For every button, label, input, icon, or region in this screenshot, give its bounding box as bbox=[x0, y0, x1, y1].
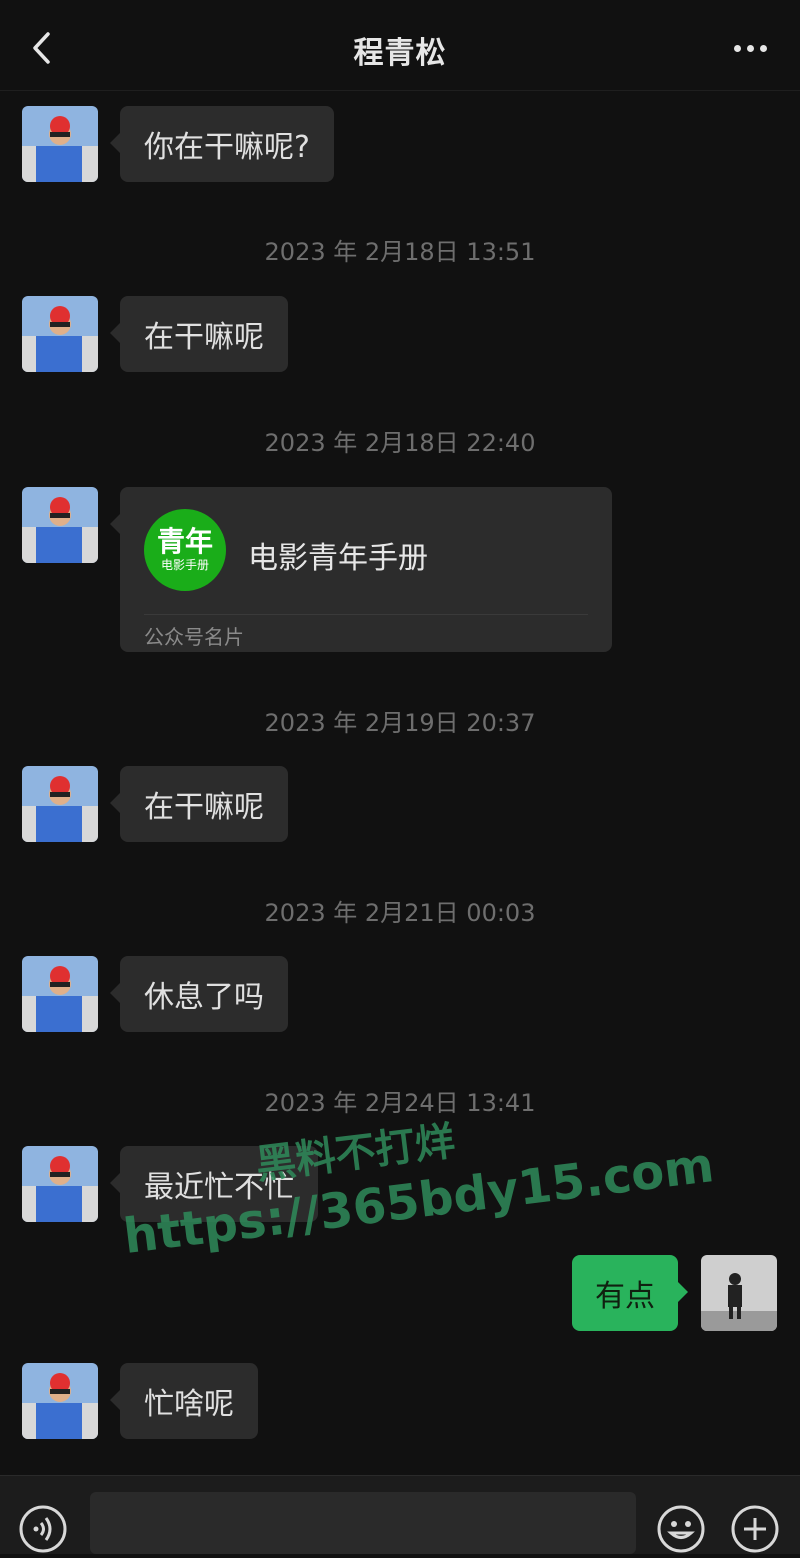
input-bar bbox=[0, 1475, 800, 1554]
contact-avatar[interactable] bbox=[22, 1363, 98, 1439]
card-divider bbox=[144, 614, 588, 615]
message-input[interactable] bbox=[90, 1492, 636, 1554]
message-bubble[interactable]: 在干嘛呢 bbox=[110, 766, 288, 842]
timestamp: 2023 年 2月21日 00:03 bbox=[264, 899, 536, 927]
plus-button[interactable] bbox=[730, 1504, 780, 1554]
contact-avatar[interactable] bbox=[22, 1146, 98, 1222]
chat-header: 程青松 bbox=[0, 0, 800, 91]
emoji-icon bbox=[657, 1505, 705, 1553]
contact-avatar[interactable] bbox=[22, 766, 98, 842]
more-dots-icon bbox=[733, 44, 741, 52]
timestamp: 2023 年 2月24日 13:41 bbox=[264, 1089, 536, 1117]
message-bubble[interactable]: 休息了吗 bbox=[110, 956, 288, 1032]
account-logo: 青年 电影手册 bbox=[144, 509, 226, 591]
message-bubble[interactable]: 你在干嘛呢? bbox=[110, 106, 334, 182]
message-bubble[interactable]: 忙啥呢 bbox=[110, 1363, 258, 1439]
emoji-button[interactable] bbox=[656, 1504, 706, 1554]
official-account-card[interactable]: 青年 电影手册 电影青年手册 公众号名片 bbox=[110, 487, 612, 652]
voice-icon bbox=[19, 1505, 67, 1553]
chat-title: 程青松 bbox=[353, 36, 447, 71]
contact-avatar[interactable] bbox=[22, 106, 98, 182]
my-message-bubble[interactable]: 有点 bbox=[572, 1255, 688, 1331]
timestamp: 2023 年 2月19日 20:37 bbox=[264, 709, 536, 737]
my-avatar[interactable] bbox=[701, 1255, 777, 1331]
message-bubble[interactable]: 在干嘛呢 bbox=[110, 296, 288, 372]
card-type-label: 公众号名片 bbox=[144, 625, 244, 649]
voice-button[interactable] bbox=[18, 1504, 68, 1554]
contact-avatar[interactable] bbox=[22, 296, 98, 372]
plus-icon bbox=[731, 1505, 779, 1553]
contact-avatar[interactable] bbox=[22, 487, 98, 563]
message-bubble[interactable]: 最近忙不忙 bbox=[110, 1146, 318, 1222]
more-button[interactable] bbox=[730, 40, 770, 56]
timestamp: 2023 年 2月18日 13:51 bbox=[264, 238, 536, 266]
account-name: 电影青年手册 bbox=[248, 541, 428, 576]
contact-avatar[interactable] bbox=[22, 956, 98, 1032]
timestamp: 2023 年 2月18日 22:40 bbox=[264, 429, 536, 457]
